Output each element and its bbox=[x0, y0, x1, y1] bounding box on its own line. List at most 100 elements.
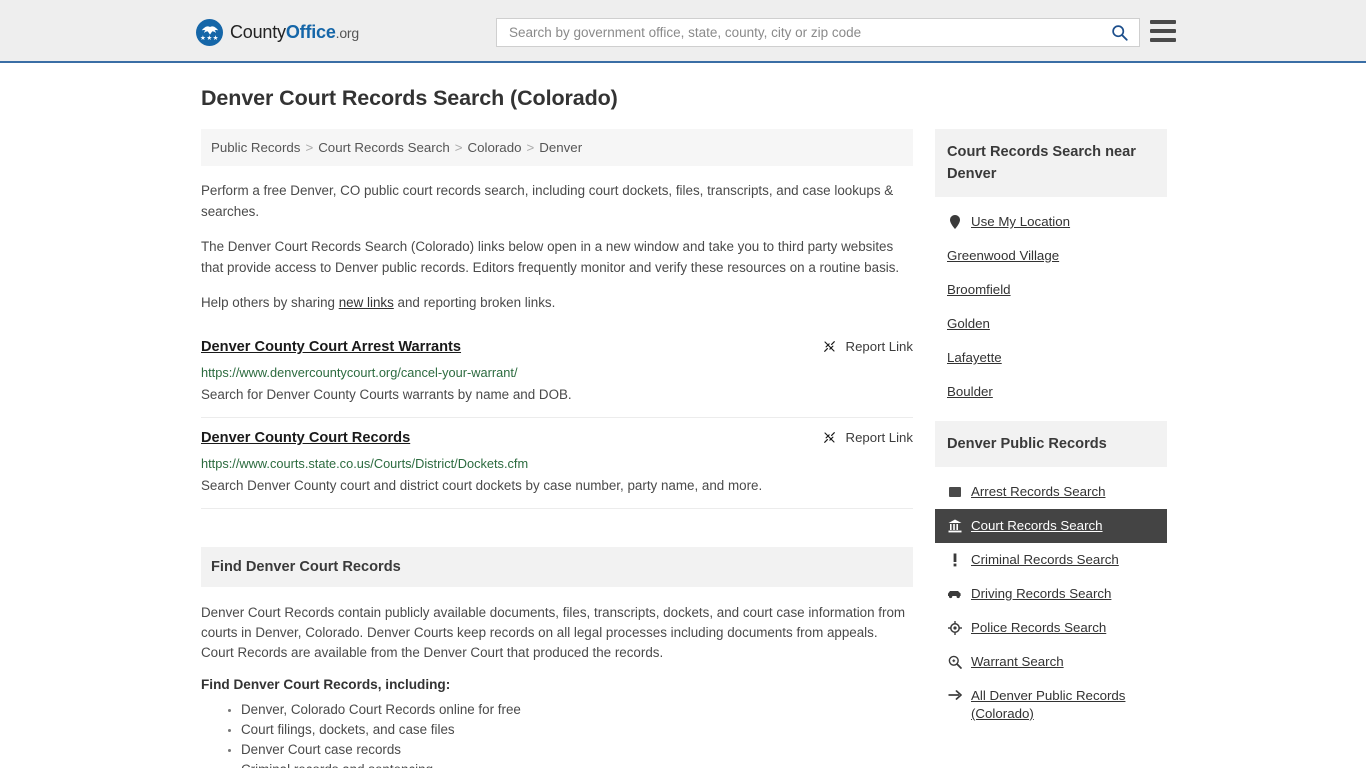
sidebar-item-label: Court Records Search bbox=[971, 518, 1103, 533]
sidebar-item-police-records-search[interactable]: Police Records Search bbox=[935, 611, 1167, 645]
result-url[interactable]: https://www.courts.state.co.us/Courts/Di… bbox=[201, 455, 913, 472]
site-header: ★★★ CountyOffice.org bbox=[0, 0, 1366, 63]
content-container: Denver Court Records Search (Colorado) P… bbox=[193, 63, 1173, 768]
result-title-link[interactable]: Denver County Court Records bbox=[201, 428, 410, 448]
sidebar-item-label: Greenwood Village bbox=[947, 248, 1060, 263]
sidebar: Court Records Search near Denver Use My … bbox=[935, 129, 1167, 743]
breadcrumb-item-0[interactable]: Public Records bbox=[211, 140, 300, 155]
breadcrumb-separator-2: > bbox=[526, 140, 535, 155]
report-link-button[interactable]: Report Link bbox=[822, 337, 913, 354]
intro-paragraph-3: Help others by sharing new links and rep… bbox=[201, 292, 913, 313]
courthouse-icon bbox=[947, 519, 962, 534]
find-section-paragraph: Denver Court Records contain publicly av… bbox=[201, 605, 906, 660]
sidebar-item-label: Use My Location bbox=[971, 214, 1071, 229]
share-text-after: and reporting broken links. bbox=[393, 295, 556, 310]
sidebar-item-label: Lafayette bbox=[947, 350, 1002, 365]
two-column-layout: Public Records > Court Records Search > Colo… bbox=[193, 129, 1173, 768]
search-input[interactable] bbox=[497, 19, 1099, 46]
car-icon bbox=[947, 587, 962, 602]
hamburger-bar-1 bbox=[1150, 20, 1176, 24]
public-records-list: Arrest Records Search Court Records Sear… bbox=[935, 467, 1167, 731]
search-bar[interactable] bbox=[496, 18, 1140, 47]
page-body: Denver Court Records Search (Colorado) P… bbox=[0, 63, 1366, 768]
breadcrumb-separator-0: > bbox=[305, 140, 314, 155]
sidebar-item-label: Police Records Search bbox=[971, 620, 1107, 635]
sidebar-item-label: All Denver Public Records (Colorado) bbox=[971, 688, 1126, 721]
sidebar-item-lafayette[interactable]: Lafayette bbox=[935, 341, 1167, 375]
logo-org: .org bbox=[335, 25, 360, 41]
search-button[interactable] bbox=[1099, 19, 1139, 46]
sidebar-item-label: Arrest Records Search bbox=[971, 484, 1106, 499]
public-records-heading: Denver Public Records bbox=[935, 421, 1167, 467]
logo-stars: ★★★ bbox=[200, 34, 219, 42]
sidebar-item-label: Boulder bbox=[947, 384, 993, 399]
site-logo[interactable]: ★★★ CountyOffice.org bbox=[196, 19, 359, 46]
result-header: Denver County Court Arrest Warrants Repo… bbox=[201, 337, 913, 357]
result-item: Denver County Court Arrest Warrants Repo… bbox=[201, 327, 913, 418]
report-link-button[interactable]: Report Link bbox=[822, 428, 913, 445]
result-title-link[interactable]: Denver County Court Arrest Warrants bbox=[201, 337, 461, 357]
logo-county: County bbox=[230, 22, 286, 42]
public-records-card: Denver Public Records Arrest Records Sea… bbox=[935, 421, 1167, 731]
result-url[interactable]: https://www.denvercountycourt.org/cancel… bbox=[201, 364, 913, 381]
sidebar-item-label: Warrant Search bbox=[971, 654, 1064, 669]
main-column: Public Records > Court Records Search > Colo… bbox=[201, 129, 913, 768]
sidebar-item-arrest-records-search[interactable]: Arrest Records Search bbox=[935, 475, 1167, 509]
broken-link-icon bbox=[823, 432, 835, 443]
find-section-body: Denver Court Records contain publicly av… bbox=[201, 587, 913, 768]
fingerprint-square-icon bbox=[947, 485, 962, 500]
sidebar-item-use-my-location[interactable]: Use My Location bbox=[935, 205, 1167, 239]
logo-office: Office bbox=[285, 22, 336, 42]
breadcrumb-item-3: Denver bbox=[539, 140, 583, 155]
sidebar-item-driving-records-search[interactable]: Driving Records Search bbox=[935, 577, 1167, 611]
exclamation-icon bbox=[947, 553, 962, 568]
find-section-list-heading: Find Denver Court Records, including: bbox=[201, 677, 451, 692]
intro-paragraph-1: Perform a free Denver, CO public court r… bbox=[201, 183, 894, 219]
find-section-heading: Find Denver Court Records bbox=[201, 547, 913, 587]
sidebar-item-golden[interactable]: Golden bbox=[935, 307, 1167, 341]
breadcrumb-separator-1: > bbox=[454, 140, 463, 155]
magnifier-plus-icon bbox=[947, 655, 962, 670]
breadcrumb: Public Records > Court Records Search > Colo… bbox=[201, 129, 913, 166]
nearby-list: Use My Location Greenwood Village Broomf… bbox=[935, 197, 1167, 409]
breadcrumb-item-2[interactable]: Colorado bbox=[468, 140, 522, 155]
result-item: Denver County Court Records Report Link … bbox=[201, 418, 913, 509]
map-pin-icon bbox=[947, 215, 962, 230]
sidebar-item-criminal-records-search[interactable]: Criminal Records Search bbox=[935, 543, 1167, 577]
sidebar-item-warrant-search[interactable]: Warrant Search bbox=[935, 645, 1167, 679]
nearby-card: Court Records Search near Denver Use My … bbox=[935, 129, 1167, 409]
sidebar-item-label: Driving Records Search bbox=[971, 586, 1112, 601]
report-link-label: Report Link bbox=[845, 430, 913, 445]
result-description: Search for Denver County Courts warrants… bbox=[201, 387, 572, 402]
broken-link-icon bbox=[823, 341, 835, 352]
arrow-right-icon bbox=[947, 687, 962, 702]
search-icon bbox=[1111, 25, 1128, 41]
report-link-label: Report Link bbox=[845, 339, 913, 354]
sidebar-item-broomfield[interactable]: Broomfield bbox=[935, 273, 1167, 307]
sidebar-item-all-denver-public-records[interactable]: All Denver Public Records (Colorado) bbox=[935, 679, 1167, 731]
intro-paragraph-2: The Denver Court Records Search (Colorad… bbox=[201, 239, 900, 275]
nearby-heading: Court Records Search near Denver bbox=[935, 129, 1167, 197]
sidebar-item-court-records-search[interactable]: Court Records Search bbox=[935, 509, 1167, 543]
eagle-seal-icon: ★★★ bbox=[196, 19, 223, 46]
logo-wordmark: CountyOffice.org bbox=[230, 22, 359, 43]
breadcrumb-item-1[interactable]: Court Records Search bbox=[318, 140, 450, 155]
sidebar-item-label: Criminal Records Search bbox=[971, 552, 1119, 567]
sidebar-item-boulder[interactable]: Boulder bbox=[935, 375, 1167, 409]
hamburger-menu-icon[interactable] bbox=[1150, 20, 1176, 42]
list-item: Denver, Colorado Court Records online fo… bbox=[241, 700, 913, 720]
list-item: Court filings, dockets, and case files bbox=[241, 720, 913, 740]
find-section-list: Denver, Colorado Court Records online fo… bbox=[201, 700, 913, 768]
page-title: Denver Court Records Search (Colorado) bbox=[201, 86, 618, 110]
sidebar-item-greenwood-village[interactable]: Greenwood Village bbox=[935, 239, 1167, 273]
sidebar-item-label: Golden bbox=[947, 316, 990, 331]
new-links-link[interactable]: new links bbox=[339, 295, 394, 310]
hamburger-bar-2 bbox=[1150, 29, 1176, 33]
list-item: Denver Court case records bbox=[241, 740, 913, 760]
hamburger-bar-3 bbox=[1150, 38, 1176, 42]
result-header: Denver County Court Records Report Link bbox=[201, 428, 913, 448]
list-item: Criminal records and sentencing bbox=[241, 760, 913, 768]
share-text-before: Help others by sharing bbox=[201, 295, 339, 310]
sidebar-item-label: Broomfield bbox=[947, 282, 1011, 297]
result-description: Search Denver County court and district … bbox=[201, 478, 763, 493]
